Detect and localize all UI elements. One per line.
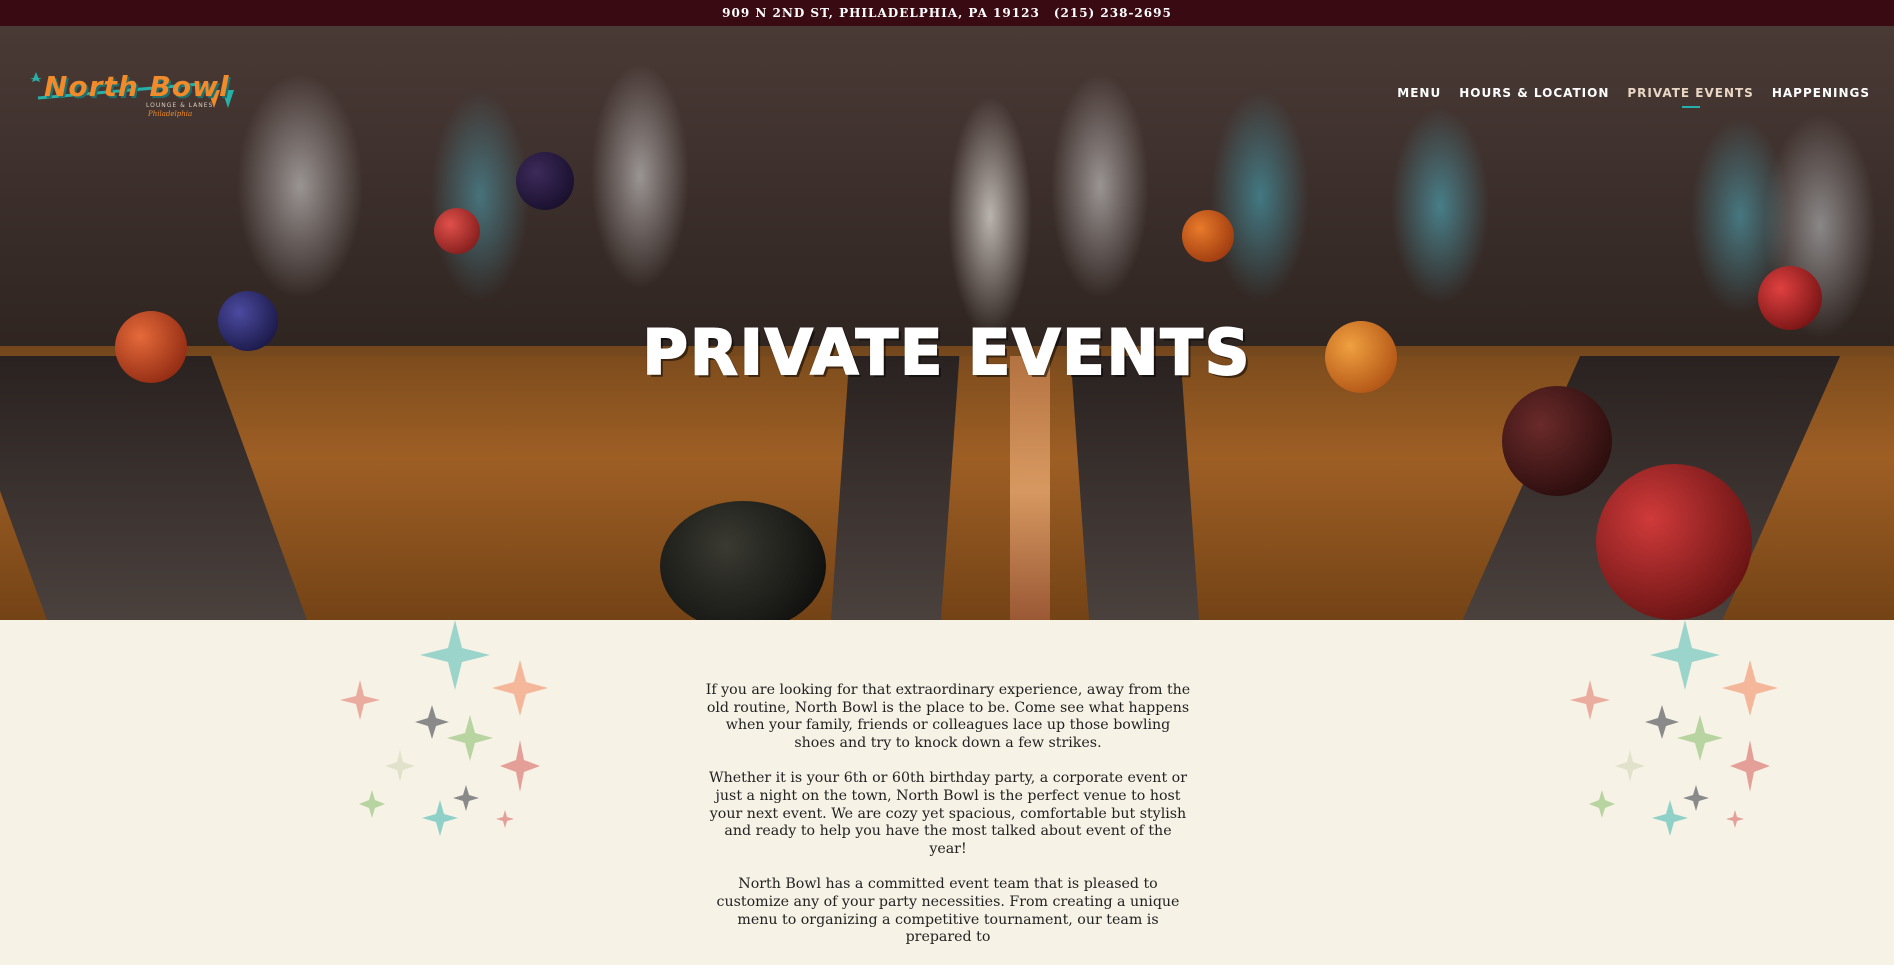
paragraph: If you are looking for that extraordinar…	[705, 682, 1191, 751]
north-bowl-logo[interactable]: North Bowl LOUNGE & LANES Philadelphia	[30, 68, 240, 128]
sparkle-stars-right-icon	[1570, 620, 1778, 836]
paragraph: North Bowl has a committed event team th…	[716, 876, 1180, 946]
nav-item-happenings[interactable]: HAPPENINGS	[1772, 86, 1870, 104]
logo-subtitle: LOUNGE & LANES	[146, 102, 214, 109]
logo-tagline: Philadelphia	[148, 110, 193, 118]
address-text: 909 N 2ND ST, PHILADELPHIA, PA 19123	[722, 6, 1040, 20]
main-nav: MENU HOURS & LOCATION PRIVATE EVENTS HAP…	[1397, 86, 1870, 104]
hero-banner: North Bowl LOUNGE & LANES Philadelphia M…	[0, 26, 1894, 620]
logo-wordmark: North Bowl	[44, 70, 230, 103]
page-title: PRIVATE EVENTS	[642, 315, 1252, 390]
paragraph: Whether it is your 6th or 60th birthday …	[709, 770, 1187, 857]
hero-photo	[0, 26, 1894, 356]
address-bar: 909 N 2ND ST, PHILADELPHIA, PA 19123 (21…	[0, 0, 1894, 26]
phone-link[interactable]: (215) 238-2695	[1054, 6, 1172, 20]
sparkle-stars-left-icon	[340, 620, 548, 836]
event-description: If you are looking for that extraordinar…	[705, 682, 1191, 965]
content-section: If you are looking for that extraordinar…	[0, 620, 1894, 945]
nav-item-menu[interactable]: MENU	[1397, 86, 1441, 104]
nav-item-private-events[interactable]: PRIVATE EVENTS	[1627, 86, 1753, 104]
nav-item-hours-location[interactable]: HOURS & LOCATION	[1459, 86, 1609, 104]
